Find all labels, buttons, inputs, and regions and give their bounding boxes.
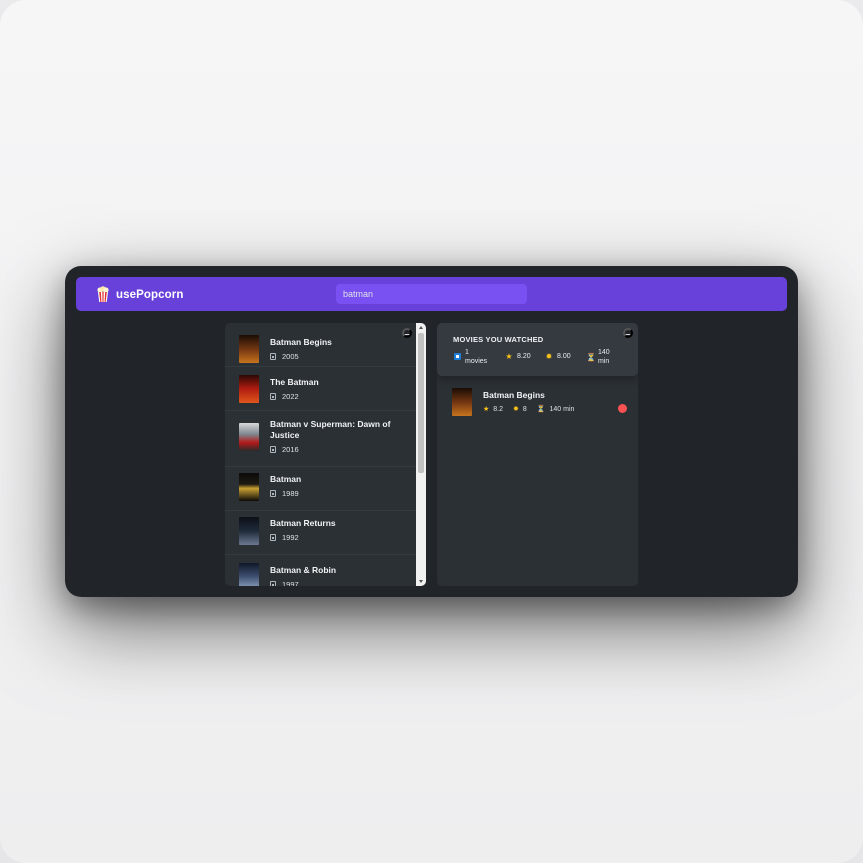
movie-title: Batman Returns (270, 518, 336, 528)
results-list: Batman Begins 2005 The Batman 2022 Batma… (225, 323, 416, 586)
calendar-icon (270, 581, 276, 586)
scroll-thumb[interactable] (418, 333, 424, 473)
sun-icon: ✹ (513, 406, 519, 413)
results-box: – Batman Begins 2005 The Batman 2022 Bat… (225, 323, 426, 586)
watched-runtime: 140 min (549, 405, 575, 413)
hash-icon (453, 352, 461, 362)
delete-watched-button[interactable] (618, 404, 627, 413)
app-title: usePopcorn (116, 288, 184, 301)
sun-icon: ✹ (545, 352, 553, 361)
movie-title: Batman (270, 474, 302, 484)
list-item[interactable]: Batman 1989 (225, 467, 416, 511)
search-input[interactable] (336, 284, 527, 304)
watched-imdb: 8.2 (493, 405, 504, 413)
movie-year: 1997 (282, 580, 299, 586)
movie-poster (239, 473, 259, 501)
list-item[interactable]: Batman Begins 2005 (225, 323, 416, 367)
watched-title: Batman Begins (483, 390, 545, 400)
movie-year-row: 1989 (270, 489, 299, 498)
calendar-icon (270, 353, 276, 360)
movie-poster (239, 335, 259, 363)
stat-runtime: ⏳ 140 min (586, 348, 610, 366)
movie-year: 1989 (282, 489, 299, 498)
stat-user: ✹ 8.00 (545, 352, 571, 361)
movie-poster (239, 563, 259, 586)
logo: usePopcorn (96, 286, 183, 303)
count-value: 1 (465, 349, 469, 356)
star-icon: ★ (483, 406, 490, 413)
user-average: 8.00 (557, 353, 571, 360)
movie-poster (239, 423, 259, 451)
stat-imdb: ★ 8.20 (505, 352, 531, 361)
watched-box: MOVIES YOU WATCHED 1 movies ★ 8.20 ✹ 8.0… (437, 323, 638, 586)
results-toggle-button[interactable]: – (402, 328, 412, 339)
movie-year-row: 2016 (270, 445, 299, 454)
popcorn-icon (96, 286, 110, 303)
watched-user-rating: 8 (522, 405, 527, 413)
watched-toggle-button[interactable]: – (623, 328, 633, 339)
scroll-up-arrow-icon[interactable] (419, 326, 423, 329)
hourglass-icon: ⏳ (536, 406, 546, 413)
star-icon: ★ (505, 352, 513, 361)
movie-year-row: 1997 (270, 580, 299, 586)
list-item[interactable]: Batman Returns 1992 (225, 511, 416, 555)
list-item[interactable]: Batman v Superman: Dawn of Justice 2016 (225, 411, 416, 467)
movie-year: 1992 (282, 533, 299, 542)
watched-list-item[interactable]: Batman Begins ★ 8.2 ✹ 8 ⏳ 140 min (437, 385, 638, 425)
movie-title: The Batman (270, 377, 319, 387)
summary-heading: MOVIES YOU WATCHED (453, 335, 544, 344)
list-item[interactable]: Batman & Robin 1997 (225, 555, 416, 586)
app-window: usePopcorn – Batman Begins 2005 The Batm… (65, 266, 798, 597)
movie-year: 2022 (282, 392, 299, 401)
scroll-down-arrow-icon[interactable] (419, 580, 423, 583)
movie-poster (452, 388, 472, 416)
movie-year: 2016 (282, 445, 299, 454)
results-scrollbar[interactable] (416, 323, 426, 586)
runtime-value: 140 (598, 349, 610, 356)
watched-stats: ★ 8.2 ✹ 8 ⏳ 140 min (483, 405, 575, 414)
navbar: usePopcorn (76, 277, 787, 311)
count-unit: movies (465, 358, 488, 365)
watched-summary: MOVIES YOU WATCHED 1 movies ★ 8.20 ✹ 8.0… (437, 323, 638, 376)
movie-poster (239, 375, 259, 403)
calendar-icon (270, 534, 276, 541)
movie-year: 2005 (282, 352, 299, 361)
movie-year-row: 2005 (270, 352, 299, 361)
stat-count: 1 movies (453, 348, 487, 366)
calendar-icon (270, 393, 276, 400)
calendar-icon (270, 490, 276, 497)
movie-year-row: 2022 (270, 392, 299, 401)
movie-poster (239, 517, 259, 545)
imdb-average: 8.20 (517, 353, 531, 360)
movie-title: Batman v Superman: Dawn of Justice (270, 419, 391, 440)
movie-year-row: 1992 (270, 533, 299, 542)
hourglass-icon: ⏳ (586, 352, 596, 362)
runtime-unit: min (598, 358, 610, 365)
calendar-icon (270, 446, 276, 453)
movie-title: Batman & Robin (270, 565, 337, 575)
movie-title: Batman Begins (270, 337, 332, 347)
list-item[interactable]: The Batman 2022 (225, 367, 416, 411)
